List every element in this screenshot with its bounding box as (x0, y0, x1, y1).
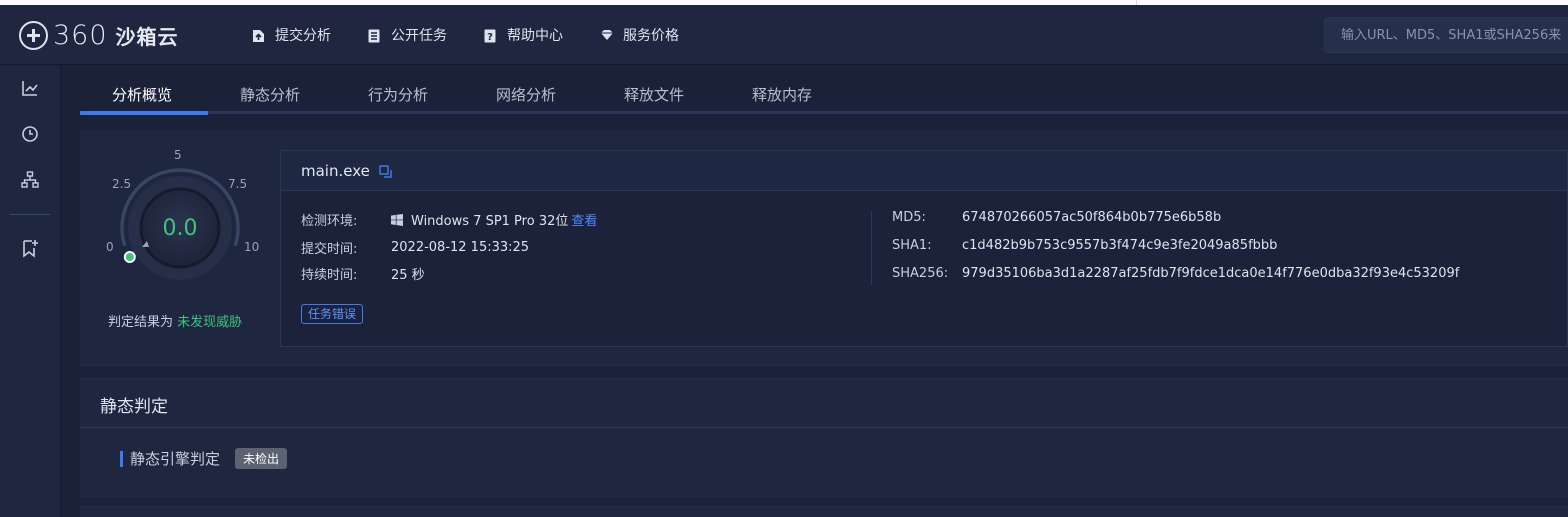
gauge-tick-7-5: 7.5 (228, 177, 248, 191)
tab-dropped-files[interactable]: 释放文件 (624, 84, 684, 105)
analysis-tabs: 分析概览 静态分析 行为分析 网络分析 释放文件 释放内存 (80, 66, 1568, 115)
gauge-tick-5: 5 (174, 148, 182, 162)
search-box (1324, 17, 1568, 53)
sha256-row: SHA256: 979d35106ba3d1a2287af25fdb7f9fdc… (892, 266, 1459, 281)
overview-panel: 0.0 5 2.5 7.5 0 10 判定结果为 未发现威胁 main.exe … (80, 130, 1568, 367)
verdict-text: 判定结果为 未发现威胁 (108, 311, 242, 330)
sha1-label: SHA1: (892, 238, 932, 253)
help-doc-icon: ? (484, 29, 497, 43)
list-doc-icon (368, 29, 381, 42)
diamond-icon (600, 29, 613, 42)
section-divider (80, 427, 1568, 428)
tab-overview[interactable]: 分析概览 (112, 84, 172, 105)
section-title: 静态判定 (100, 397, 168, 417)
md5-label: MD5: (892, 210, 926, 225)
logo-text: 沙箱云 (115, 24, 179, 49)
threat-score-gauge: 0.0 5 2.5 7.5 0 10 (102, 142, 272, 292)
nav-label: 公开任务 (391, 28, 447, 44)
verdict-prefix: 判定结果为 (108, 315, 174, 330)
duration-label: 持续时间: (301, 268, 358, 283)
static-verdict-section: 静态判定 静态引擎判定 未检出 (80, 377, 1568, 497)
view-environment-link[interactable]: 查看 (571, 210, 597, 229)
tab-behavior-analysis[interactable]: 行为分析 (368, 84, 428, 105)
search-input[interactable] (1325, 18, 1568, 52)
submit-time-row: 提交时间: 2022-08-12 15:33:25 (301, 238, 529, 257)
next-panel (80, 505, 1568, 517)
svg-text:?: ? (487, 32, 493, 43)
tab-network-analysis[interactable]: 网络分析 (496, 84, 556, 105)
file-info-card: main.exe 检测环境: Windows 7 SP1 Pro 32位 查看 … (280, 150, 1568, 347)
duration-value: 25 秒 (391, 268, 425, 283)
sha1-value: c1d482b9b753c9557b3f474c9e3fe2049a85fbbb (962, 238, 1278, 253)
environment-row: 检测环境: Windows 7 SP1 Pro 32位 查看 (301, 210, 597, 229)
nav-label: 服务价格 (623, 28, 679, 44)
logo-number: 360 (53, 19, 108, 51)
verdict-value: 未发现威胁 (177, 315, 243, 330)
left-sidebar (0, 66, 61, 517)
sha256-label: SHA256: (892, 266, 949, 281)
file-header: main.exe (281, 151, 1567, 191)
sidebar-divider (10, 214, 50, 215)
duration-row: 持续时间: 25 秒 (301, 264, 425, 283)
task-error-badge[interactable]: 任务错误 (301, 304, 364, 324)
engine-label: 静态引擎判定 (130, 450, 221, 468)
md5-value: 674870266057ac50f864b0b775e6b58b (962, 210, 1222, 225)
static-engine-row: 静态引擎判定 未检出 (120, 448, 288, 469)
windows-icon (391, 213, 403, 226)
submit-time-label: 提交时间: (301, 242, 358, 257)
copy-icon[interactable] (379, 164, 393, 178)
gauge-tick-2-5: 2.5 (112, 177, 132, 191)
nav-help-center[interactable]: ? 帮助中心 (484, 25, 563, 45)
md5-row: MD5: 674870266057ac50f864b0b775e6b58b (892, 210, 1221, 225)
engine-result-badge: 未检出 (235, 448, 288, 469)
tab-active-indicator (80, 111, 208, 115)
nav-pricing[interactable]: 服务价格 (600, 25, 679, 45)
tab-dropped-memory[interactable]: 释放内存 (752, 84, 812, 105)
top-header: 360 沙箱云 提交分析 公开任务 ? 帮助中心 服务价格 (0, 5, 1568, 65)
nav-label: 提交分析 (275, 28, 331, 44)
trend-chart-icon[interactable] (20, 78, 40, 98)
tab-static-analysis[interactable]: 静态分析 (240, 84, 300, 105)
environment-label: 检测环境: (301, 214, 358, 229)
upload-doc-icon (252, 29, 265, 42)
nav-public-tasks[interactable]: 公开任务 (368, 25, 447, 45)
nav-label: 帮助中心 (507, 28, 563, 44)
sha1-row: SHA1: c1d482b9b753c9557b3f474c9e3fe2049a… (892, 238, 1277, 253)
logo[interactable]: 360 沙箱云 (19, 19, 179, 51)
logo-plus-icon (19, 20, 48, 50)
gauge-score-text: 0.0 (163, 216, 198, 241)
environment-value: Windows 7 SP1 Pro 32位 (411, 214, 569, 229)
tabs-underline (80, 111, 1568, 114)
info-divider (871, 211, 872, 285)
gauge-tick-10: 10 (244, 240, 260, 254)
network-icon[interactable] (20, 170, 40, 190)
gauge-tick-0: 0 (106, 240, 114, 254)
bookmark-add-icon[interactable] (20, 238, 40, 258)
clock-icon[interactable] (20, 124, 40, 144)
sha256-value: 979d35106ba3d1a2287af25fdb7f9fdce1dca0e1… (962, 266, 1460, 281)
nav-submit-analysis[interactable]: 提交分析 (252, 25, 331, 45)
submit-time-value: 2022-08-12 15:33:25 (391, 240, 530, 255)
file-name: main.exe (301, 161, 370, 180)
main-nav: 提交分析 公开任务 ? 帮助中心 服务价格 (252, 5, 716, 65)
gauge-graphic: 0.0 (120, 168, 240, 280)
engine-accent-bar (120, 450, 123, 467)
